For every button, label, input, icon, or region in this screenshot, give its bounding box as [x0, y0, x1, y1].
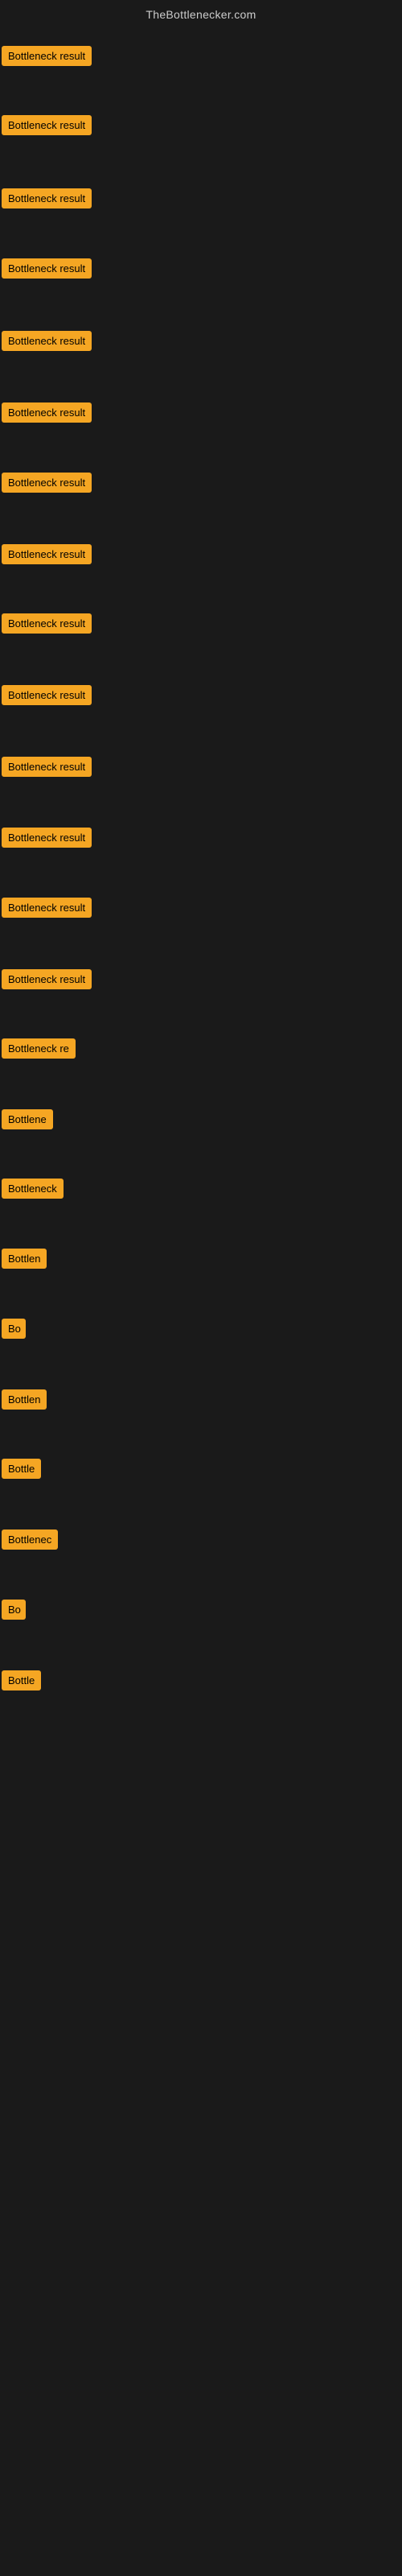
bottleneck-badge-2[interactable]: Bottleneck result: [2, 115, 92, 135]
result-row-23: Bo: [2, 1600, 26, 1624]
result-row-13: Bottleneck result: [2, 898, 92, 922]
result-row-22: Bottlenec: [2, 1530, 58, 1554]
result-row-15: Bottleneck re: [2, 1038, 76, 1063]
site-title: TheBottlenecker.com: [0, 0, 402, 26]
result-row-10: Bottleneck result: [2, 685, 92, 709]
bottleneck-badge-17[interactable]: Bottleneck: [2, 1179, 64, 1199]
result-row-7: Bottleneck result: [2, 473, 92, 497]
bottleneck-badge-16[interactable]: Bottlene: [2, 1109, 53, 1129]
result-row-14: Bottleneck result: [2, 969, 92, 993]
bottleneck-badge-7[interactable]: Bottleneck result: [2, 473, 92, 493]
bottleneck-badge-9[interactable]: Bottleneck result: [2, 613, 92, 634]
bottleneck-badge-11[interactable]: Bottleneck result: [2, 757, 92, 777]
result-row-20: Bottlen: [2, 1389, 47, 1414]
result-row-21: Bottle: [2, 1459, 41, 1483]
bottleneck-badge-6[interactable]: Bottleneck result: [2, 402, 92, 423]
page-wrapper: TheBottlenecker.com Bottleneck result Bot…: [0, 0, 402, 2576]
result-row-4: Bottleneck result: [2, 258, 92, 283]
bottleneck-badge-3[interactable]: Bottleneck result: [2, 188, 92, 208]
bottleneck-badge-4[interactable]: Bottleneck result: [2, 258, 92, 279]
result-row-12: Bottleneck result: [2, 828, 92, 852]
bottleneck-badge-12[interactable]: Bottleneck result: [2, 828, 92, 848]
result-row-6: Bottleneck result: [2, 402, 92, 427]
result-row-9: Bottleneck result: [2, 613, 92, 638]
bottleneck-badge-24[interactable]: Bottle: [2, 1670, 41, 1690]
result-row-1: Bottleneck result: [2, 46, 92, 70]
bottleneck-badge-20[interactable]: Bottlen: [2, 1389, 47, 1410]
bottleneck-badge-10[interactable]: Bottleneck result: [2, 685, 92, 705]
bottleneck-badge-22[interactable]: Bottlenec: [2, 1530, 58, 1550]
result-row-2: Bottleneck result: [2, 115, 92, 139]
bottleneck-badge-15[interactable]: Bottleneck re: [2, 1038, 76, 1059]
result-row-3: Bottleneck result: [2, 188, 92, 213]
bottleneck-badge-13[interactable]: Bottleneck result: [2, 898, 92, 918]
result-row-11: Bottleneck result: [2, 757, 92, 781]
bottleneck-badge-14[interactable]: Bottleneck result: [2, 969, 92, 989]
result-row-5: Bottleneck result: [2, 331, 92, 355]
result-row-18: Bottlen: [2, 1249, 47, 1273]
bottleneck-badge-19[interactable]: Bo: [2, 1319, 26, 1339]
result-row-19: Bo: [2, 1319, 26, 1343]
bottleneck-badge-5[interactable]: Bottleneck result: [2, 331, 92, 351]
bottleneck-badge-18[interactable]: Bottlen: [2, 1249, 47, 1269]
bottleneck-badge-23[interactable]: Bo: [2, 1600, 26, 1620]
bottleneck-badge-21[interactable]: Bottle: [2, 1459, 41, 1479]
result-row-8: Bottleneck result: [2, 544, 92, 568]
result-row-16: Bottlene: [2, 1109, 53, 1133]
bottleneck-badge-1[interactable]: Bottleneck result: [2, 46, 92, 66]
result-row-24: Bottle: [2, 1670, 41, 1695]
result-row-17: Bottleneck: [2, 1179, 64, 1203]
bottleneck-badge-8[interactable]: Bottleneck result: [2, 544, 92, 564]
